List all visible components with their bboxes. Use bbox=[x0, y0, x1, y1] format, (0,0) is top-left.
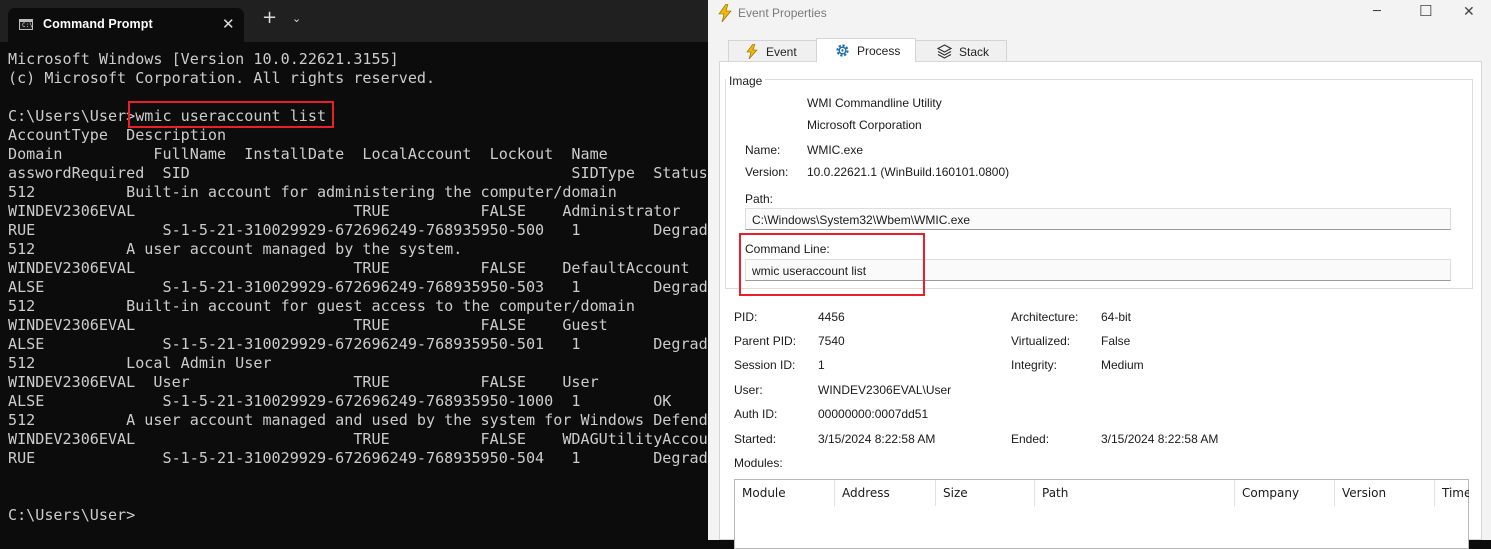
started-label: Started: bbox=[734, 432, 777, 446]
architecture-label: Architecture: bbox=[1011, 310, 1079, 324]
chevron-down-icon[interactable]: ⌄ bbox=[292, 12, 301, 25]
terminal-line: RUE S-1-5-21-310029929-672696249-7689359… bbox=[8, 449, 708, 467]
tab-title: Command Prompt bbox=[43, 17, 153, 31]
tab-event[interactable]: Event bbox=[728, 40, 817, 61]
modules-list[interactable]: Module Address Size Path Company Version… bbox=[734, 479, 1469, 549]
auth-id-label: Auth ID: bbox=[734, 407, 778, 421]
column-module[interactable]: Module bbox=[735, 480, 835, 506]
column-path[interactable]: Path bbox=[1035, 480, 1235, 506]
image-description: WMI Commandline Utility bbox=[807, 96, 942, 110]
ended-label: Ended: bbox=[1011, 432, 1050, 446]
column-company[interactable]: Company bbox=[1235, 480, 1335, 506]
modules-label: Modules: bbox=[734, 456, 783, 470]
gear-icon bbox=[836, 44, 849, 57]
architecture-value: 64-bit bbox=[1101, 310, 1132, 324]
terminal-line: RUE S-1-5-21-310029929-672696249-7689359… bbox=[8, 221, 708, 239]
terminal-line: Domain FullName InstallDate LocalAccount… bbox=[8, 145, 608, 163]
session-id-label: Session ID: bbox=[734, 358, 796, 372]
parent-pid-label: Parent PID: bbox=[734, 334, 797, 348]
window-title: Event Properties bbox=[738, 6, 827, 20]
terminal-line: WINDEV2306EVAL User TRUE FALSE User bbox=[8, 373, 599, 391]
command-line-highlight-box bbox=[739, 233, 925, 296]
tab-process-label: Process bbox=[857, 44, 901, 58]
name-value: WMIC.exe bbox=[807, 143, 864, 157]
terminal-window: C:\ Command Prompt ✕ + ⌄ Microsoft Windo… bbox=[0, 0, 708, 540]
column-company-label: Company bbox=[1242, 486, 1300, 500]
path-field[interactable]: C:\Windows\System32\Wbem\WMIC.exe bbox=[745, 208, 1451, 230]
user-label: User: bbox=[734, 383, 763, 397]
title-bar: Event Properties ─ ☐ ✕ bbox=[708, 0, 1491, 30]
pid-value: 4456 bbox=[818, 310, 845, 324]
command-highlight-box bbox=[128, 101, 334, 128]
close-tab-icon[interactable]: ✕ bbox=[222, 15, 235, 33]
terminal-line: 512 A user account managed by the system… bbox=[8, 240, 463, 258]
column-version-label: Version bbox=[1342, 486, 1387, 500]
minimize-button[interactable]: ─ bbox=[1373, 4, 1381, 19]
parent-pid-value: 7540 bbox=[818, 334, 845, 348]
column-address[interactable]: Address bbox=[835, 480, 936, 506]
session-id-value: 1 bbox=[818, 358, 825, 372]
virtualized-value: False bbox=[1101, 334, 1131, 348]
terminal-line: WINDEV2306EVAL TRUE FALSE DefaultAccount bbox=[8, 259, 690, 277]
column-size[interactable]: Size bbox=[936, 480, 1035, 506]
column-module-label: Module bbox=[742, 486, 786, 500]
tab-event-label: Event bbox=[766, 45, 797, 59]
auth-id-value: 00000000:0007dd51 bbox=[818, 407, 929, 421]
stack-icon bbox=[937, 44, 952, 59]
process-panel: Image bbox=[719, 61, 1482, 540]
terminal-line: ALSE S-1-5-21-310029929-672696249-768935… bbox=[8, 392, 672, 410]
column-version[interactable]: Version bbox=[1335, 480, 1435, 506]
terminal-line: (c) Microsoft Corporation. All rights re… bbox=[8, 69, 436, 87]
pid-label: PID: bbox=[734, 310, 758, 324]
lightning-icon bbox=[746, 44, 758, 59]
terminal-line: WINDEV2306EVAL TRUE FALSE WDAGUtilityAcc… bbox=[8, 430, 708, 448]
image-group-label: Image bbox=[726, 74, 766, 88]
virtualized-label: Virtualized: bbox=[1011, 334, 1071, 348]
column-address-label: Address bbox=[842, 486, 890, 500]
user-value: WINDEV2306EVAL\User bbox=[818, 383, 952, 397]
terminal-line: ALSE S-1-5-21-310029929-672696249-768935… bbox=[8, 335, 708, 353]
terminal-line: AccountType Description bbox=[8, 126, 227, 144]
column-path-label: Path bbox=[1042, 486, 1069, 500]
terminal-line: C:\Users\User> bbox=[8, 506, 136, 524]
version-value: 10.0.22621.1 (WinBuild.160101.0800) bbox=[807, 165, 1010, 179]
column-size-label: Size bbox=[943, 486, 968, 500]
maximize-button[interactable]: ☐ bbox=[1419, 2, 1432, 20]
path-label: Path: bbox=[745, 192, 774, 206]
integrity-label: Integrity: bbox=[1011, 358, 1058, 372]
terminal-tab-bar: C:\ Command Prompt ✕ + ⌄ bbox=[0, 0, 708, 42]
terminal-line: asswordRequired SID SIDType Status bbox=[8, 164, 708, 182]
ended-value: 3/15/2024 8:22:58 AM bbox=[1101, 432, 1219, 446]
column-time[interactable]: Time bbox=[1435, 480, 1469, 506]
started-value: 3/15/2024 8:22:58 AM bbox=[818, 432, 936, 446]
column-time-label: Time bbox=[1442, 486, 1469, 500]
terminal-line: 512 Built-in account for guest access to… bbox=[8, 297, 636, 315]
terminal-line: ALSE S-1-5-21-310029929-672696249-768935… bbox=[8, 278, 708, 296]
terminal-line: 512 A user account managed and used by t… bbox=[8, 411, 708, 429]
tab-stack[interactable]: Stack bbox=[915, 40, 1007, 61]
close-button[interactable]: ✕ bbox=[1463, 4, 1475, 20]
terminal-line: 512 Local Admin User bbox=[8, 354, 272, 372]
terminal-line: Microsoft Windows [Version 10.0.22621.31… bbox=[8, 50, 399, 68]
terminal-line: C:\Users\User>wmic useraccount list bbox=[8, 107, 327, 125]
path-value: C:\Windows\System32\Wbem\WMIC.exe bbox=[752, 213, 971, 227]
image-company: Microsoft Corporation bbox=[807, 118, 922, 132]
tab-stack-label: Stack bbox=[959, 45, 990, 59]
terminal-line: 512 Built-in account for administering t… bbox=[8, 183, 617, 201]
terminal-output[interactable]: Microsoft Windows [Version 10.0.22621.31… bbox=[8, 50, 708, 525]
version-label: Version: bbox=[745, 165, 789, 179]
tab-command-prompt[interactable]: C:\ Command Prompt ✕ bbox=[8, 8, 244, 42]
tab-process[interactable]: Process bbox=[816, 38, 916, 62]
integrity-value: Medium bbox=[1101, 358, 1144, 372]
terminal-line: WINDEV2306EVAL TRUE FALSE Administrator bbox=[8, 202, 681, 220]
lightning-icon bbox=[718, 4, 732, 22]
name-label: Name: bbox=[745, 143, 781, 157]
terminal-line: WINDEV2306EVAL TRUE FALSE Guest bbox=[8, 316, 608, 334]
command-prompt-icon: C:\ bbox=[19, 19, 33, 30]
new-tab-button[interactable]: + bbox=[262, 9, 277, 27]
